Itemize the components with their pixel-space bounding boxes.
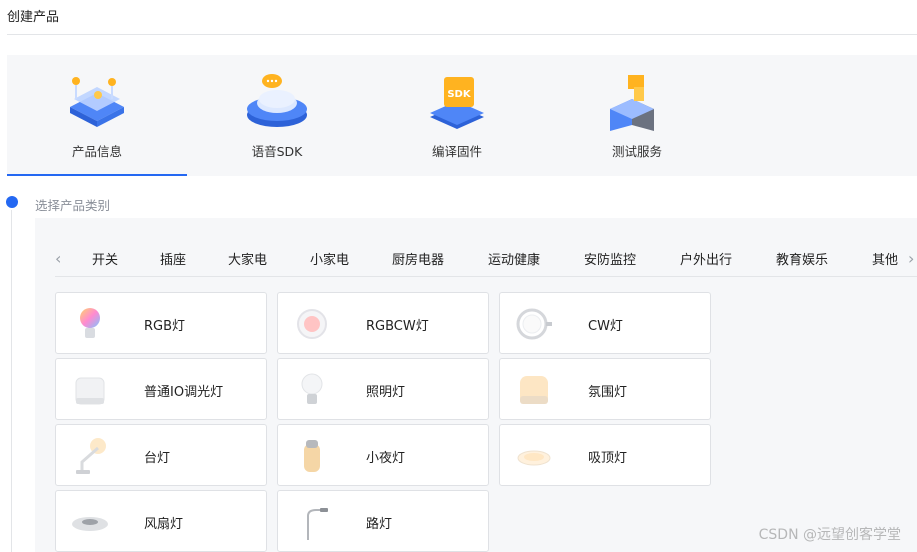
product-name: 风扇灯: [144, 517, 184, 532]
tab-security[interactable]: 安防监控: [584, 249, 636, 268]
product-card-io-dimmer[interactable]: 普通IO调光灯: [55, 358, 267, 420]
product-card-ambient[interactable]: 氛围灯: [499, 358, 711, 420]
street-light-icon: [290, 500, 334, 544]
test-service-icon: [602, 69, 672, 139]
lighting-bulb-icon: [290, 368, 334, 412]
product-card-fan-light[interactable]: 风扇灯: [55, 490, 267, 552]
cw-ring-light-icon: [512, 302, 556, 346]
timeline-dot: [6, 196, 18, 208]
voice-sdk-icon: [242, 69, 312, 139]
page-title: 创建产品: [7, 10, 60, 25]
product-name: 台灯: [144, 451, 171, 466]
ambient-light-icon: [512, 368, 556, 412]
product-card-street-light[interactable]: 路灯: [277, 490, 489, 552]
watermark: CSDN @远望创客学堂: [758, 527, 901, 543]
product-card-cw[interactable]: CW灯: [499, 292, 711, 354]
rgb-bulb-icon: [68, 302, 112, 346]
compile-firmware-icon: SDK: [422, 69, 492, 139]
timeline-line: [11, 210, 12, 552]
product-name: 氛围灯: [588, 385, 628, 400]
tab-socket[interactable]: 插座: [160, 249, 186, 268]
tab-sports-health[interactable]: 运动健康: [488, 249, 540, 268]
category-tabs: ‹ 开关 插座 大家电 小家电 厨房电器 运动健康 安防监控 户外出行 教育娱乐…: [55, 243, 917, 277]
step-compile-firmware[interactable]: SDK 编译固件: [367, 55, 547, 176]
product-name: RGBCW灯: [366, 319, 429, 334]
chevron-right-icon[interactable]: ›: [908, 249, 914, 268]
tab-switch[interactable]: 开关: [92, 249, 118, 268]
ceiling-light-icon: [512, 434, 556, 478]
tab-small-appliance[interactable]: 小家电: [310, 249, 349, 268]
chevron-left-icon[interactable]: ‹: [55, 249, 61, 268]
product-name: 普通IO调光灯: [144, 385, 224, 400]
active-step-underline: [7, 174, 187, 176]
product-card-lighting[interactable]: 照明灯: [277, 358, 489, 420]
product-card-rgb[interactable]: RGB灯: [55, 292, 267, 354]
step-label: 产品信息: [71, 144, 122, 159]
fan-light-icon: [68, 500, 112, 544]
rgbcw-light-icon: [290, 302, 334, 346]
product-name: 路灯: [366, 517, 393, 532]
product-card-rgbcw[interactable]: RGBCW灯: [277, 292, 489, 354]
step-label: 测试服务: [611, 144, 662, 159]
step-label: 编译固件: [431, 144, 482, 159]
svg-text:SDK: SDK: [447, 89, 472, 100]
step-product-info[interactable]: 产品信息: [7, 55, 187, 176]
product-name: CW灯: [588, 319, 623, 334]
product-name: 吸顶灯: [588, 451, 628, 466]
step-test-service[interactable]: 测试服务: [547, 55, 727, 176]
step-voice-sdk[interactable]: 语音SDK: [187, 55, 367, 176]
product-name: 小夜灯: [366, 451, 406, 466]
tab-large-appliance[interactable]: 大家电: [228, 249, 267, 268]
tab-outdoor[interactable]: 户外出行: [680, 249, 732, 268]
step-bar: 产品信息 语音SDK SDK 编译固件 测试服务: [7, 55, 917, 176]
product-card-ceiling[interactable]: 吸顶灯: [499, 424, 711, 486]
night-light-icon: [290, 434, 334, 478]
io-dimmer-light-icon: [68, 368, 112, 412]
step-label: 语音SDK: [251, 144, 303, 159]
tab-other[interactable]: 其他: [872, 249, 898, 268]
tab-kitchen-appliance[interactable]: 厨房电器: [392, 249, 444, 268]
title-divider: [7, 34, 917, 35]
product-name: RGB灯: [144, 319, 186, 334]
product-card-desk-lamp[interactable]: 台灯: [55, 424, 267, 486]
product-name: 照明灯: [366, 385, 406, 400]
tab-education[interactable]: 教育娱乐: [776, 249, 828, 268]
desk-lamp-icon: [68, 434, 112, 478]
section-label: 选择产品类别: [35, 198, 111, 213]
product-card-night-light[interactable]: 小夜灯: [277, 424, 489, 486]
product-info-icon: [62, 69, 132, 139]
